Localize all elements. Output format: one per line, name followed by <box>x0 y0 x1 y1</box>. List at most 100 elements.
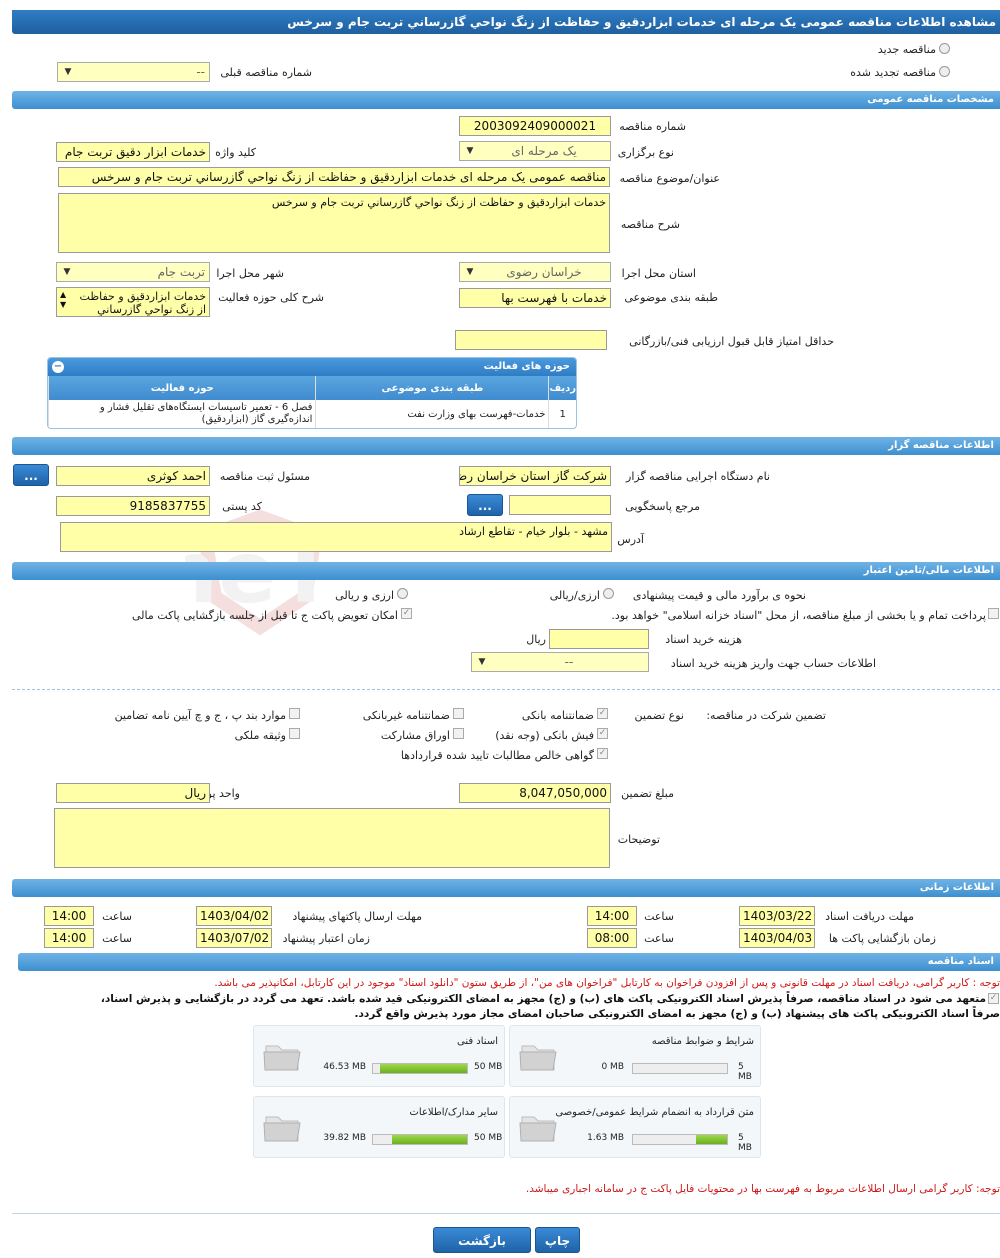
org-name-field[interactable]: شرکت گاز استان خراسان رضوی <box>459 466 611 486</box>
holding-type-label: نوع برگزاری <box>617 146 674 159</box>
renewed-tender-radio[interactable] <box>939 66 950 77</box>
table-row: 1 خدمات-فهرست بهای وزارت نفت فصل 6 - تعم… <box>48 400 576 428</box>
max-size: 5 MB <box>738 1062 752 1082</box>
back-button[interactable]: بازگشت <box>433 1227 531 1253</box>
doc-card-terms[interactable]: شرایط و ضوابط مناقصه 5 MB 0 MB <box>509 1025 761 1087</box>
guarantee-amount-field[interactable]: 8,047,050,000 <box>459 783 611 803</box>
category-field[interactable]: خدمات با فهرست بها <box>459 288 611 308</box>
activities-header-row: ردیف طبقه بندی موضوعی حوزه فعالیت <box>48 376 576 400</box>
progress-fill <box>695 1135 727 1144</box>
doc-card-other[interactable]: سایر مدارک/اطلاعات 50 MB 39.82 MB <box>253 1096 505 1158</box>
validity-date-field[interactable]: 1403/07/02 <box>196 928 272 948</box>
validity-time-label: ساعت <box>102 932 132 945</box>
rial-currency-radio[interactable] <box>603 588 614 599</box>
col-index: ردیف <box>548 376 576 400</box>
row-category: خدمات-فهرست بهای وزارت نفت <box>315 400 549 428</box>
notes-label: توضیحات <box>617 833 660 846</box>
bank-receipt-checkbox[interactable]: ✓ <box>597 728 608 739</box>
doc-card-contract[interactable]: متن قرارداد به انضمام شرایط عمومی/خصوصی … <box>509 1096 761 1158</box>
doc-card-technical[interactable]: اسناد فنی 50 MB 46.53 MB <box>253 1025 505 1087</box>
activities-grid: حوزه های فعالیت − ردیف طبقه بندی موضوعی ح… <box>47 357 577 429</box>
docs-note-2: توجه: کاربر گرامی ارسال اطلاعات مربوط به… <box>525 1183 1000 1195</box>
progress-fill <box>379 1064 467 1073</box>
subject-label: عنوان/موضوع مناقصه <box>619 172 720 185</box>
nonbank-guarantee-checkbox[interactable] <box>453 708 464 719</box>
divider <box>12 1213 1000 1214</box>
validity-time-field[interactable]: 14:00 <box>44 928 94 948</box>
min-score-label: حداقل امتیاز قابل قبول ارزیابی فنی/بازرگ… <box>629 335 834 348</box>
receive-date-field[interactable]: 1403/03/22 <box>739 906 815 926</box>
registrar-more-button[interactable]: ... <box>13 464 49 486</box>
doc-cost-label: هزینه خرید اسناد <box>665 633 742 646</box>
postal-code-field[interactable]: 9185837755 <box>56 496 210 516</box>
activity-desc-value: خدمات ابزاردقیق و حفاظت از زنگ نواحي گاز… <box>79 290 206 316</box>
scroll-arrows-icon[interactable]: ▲ ▼ <box>60 290 66 310</box>
general-section-header: مشخصات مناقصه عمومی <box>12 91 1000 109</box>
subject-field[interactable]: مناقصه عمومی یک مرحله ای خدمات ابزاردقیق… <box>58 167 610 187</box>
account-info-value: -- <box>564 655 574 669</box>
previous-number-value: -- <box>196 65 205 79</box>
commitment-checkbox[interactable]: ✓ <box>988 993 999 1004</box>
reference-field[interactable] <box>509 495 611 515</box>
treasury-text: پرداخت تمام و یا بخشی از مبلغ مناقصه، از… <box>611 609 986 622</box>
doc-card-title: شرایط و ضوابط مناقصه <box>651 1036 754 1047</box>
address-field[interactable]: مشهد - بلوار خیام - تقاطع ارشاد <box>60 522 612 552</box>
holding-type-select[interactable]: ▼ یک مرحله ای <box>459 141 611 161</box>
account-info-label: اطلاعات حساب جهت واریز هزینه خرید اسناد <box>670 657 876 670</box>
org-name-label: نام دستگاه اجرایی مناقصه گزار <box>626 470 770 483</box>
city-select[interactable]: ▼ تربت جام <box>56 262 210 282</box>
chevron-down-icon: ▼ <box>64 67 72 77</box>
activities-table: ردیف طبقه بندی موضوعی حوزه فعالیت 1 خدما… <box>48 376 576 428</box>
new-tender-radio[interactable] <box>939 43 950 54</box>
bonds-checkbox[interactable] <box>453 728 464 739</box>
opening-date-field[interactable]: 1403/04/03 <box>739 928 815 948</box>
description-field[interactable]: خدمات ابزاردقیق و حفاظت از زنگ نواحي گاز… <box>58 193 610 253</box>
notes-field[interactable] <box>54 808 610 868</box>
swap-envelope-checkbox[interactable]: ✓ <box>401 608 412 619</box>
receive-time-field[interactable]: 14:00 <box>587 906 637 926</box>
province-select[interactable]: ▼ خراسان رضوی <box>459 262 611 282</box>
min-score-field[interactable] <box>455 330 607 350</box>
clauses-checkbox[interactable] <box>289 708 300 719</box>
currency-and-rial-radio[interactable] <box>397 588 408 599</box>
opening-time-field[interactable]: 08:00 <box>587 928 637 948</box>
treasury-checkbox[interactable] <box>988 608 999 619</box>
keyword-field[interactable]: خدمات ابزار دقیق تربت جام <box>56 142 210 162</box>
print-button[interactable]: چاپ <box>535 1227 580 1253</box>
progress-bar <box>372 1134 468 1145</box>
doc-cost-field[interactable] <box>549 629 649 649</box>
claims-checkbox[interactable]: ✓ <box>597 748 608 759</box>
address-label: آدرس <box>617 533 644 546</box>
province-label: استان محل اجرا <box>621 267 696 280</box>
bank-guarantee-checkbox[interactable]: ✓ <box>597 708 608 719</box>
doc-card-title: سایر مدارک/اطلاعات <box>409 1107 498 1118</box>
postal-code-label: کد پستی <box>222 500 262 513</box>
doc-card-title: متن قرارداد به انضمام شرایط عمومی/خصوصی <box>555 1107 754 1118</box>
col-field: حوزه فعالیت <box>48 376 316 400</box>
submit-date-field[interactable]: 1403/04/02 <box>196 906 272 926</box>
receive-deadline-label: مهلت دریافت اسناد <box>825 910 914 923</box>
commitment-line-2: صرفاً اسناد الکترونیکی پاکت های پیشنهاد … <box>354 1008 1000 1020</box>
previous-number-select[interactable]: ▼ -- <box>57 62 210 82</box>
registrar-field[interactable]: احمد کوثری <box>56 466 210 486</box>
guarantee-amount-label: مبلغ تضمین <box>621 787 674 800</box>
bonds-label: اوراق مشارکت <box>380 729 450 742</box>
progress-bar <box>632 1134 728 1145</box>
bank-receipt-label: فیش بانکی (وجه نقد) <box>495 729 594 742</box>
submit-time-field[interactable]: 14:00 <box>44 906 94 926</box>
swap-envelope-text: امکان تعویض پاکت ج تا قبل از جلسه بازگشا… <box>132 609 398 622</box>
previous-number-label: شماره مناقصه قبلی <box>220 66 312 79</box>
property-checkbox[interactable] <box>289 728 300 739</box>
registrar-label: مسئول ثبت مناقصه <box>219 470 310 483</box>
guarantee-type-label: نوع تضمین <box>634 709 684 722</box>
currency-field[interactable]: ریال <box>56 783 210 803</box>
collapse-icon[interactable]: − <box>52 361 64 373</box>
account-info-select[interactable]: ▼ -- <box>471 652 649 672</box>
current-size: 39.82 MB <box>323 1133 366 1143</box>
reference-more-button[interactable]: ... <box>467 494 503 516</box>
city-label: شهر محل اجرا <box>216 267 284 280</box>
tender-number-field[interactable]: 2003092409000021 <box>459 116 611 136</box>
receive-time-label: ساعت <box>644 910 674 923</box>
activity-desc-field[interactable]: خدمات ابزاردقیق و حفاظت از زنگ نواحي گاز… <box>56 287 210 317</box>
row-index: 1 <box>548 400 576 428</box>
